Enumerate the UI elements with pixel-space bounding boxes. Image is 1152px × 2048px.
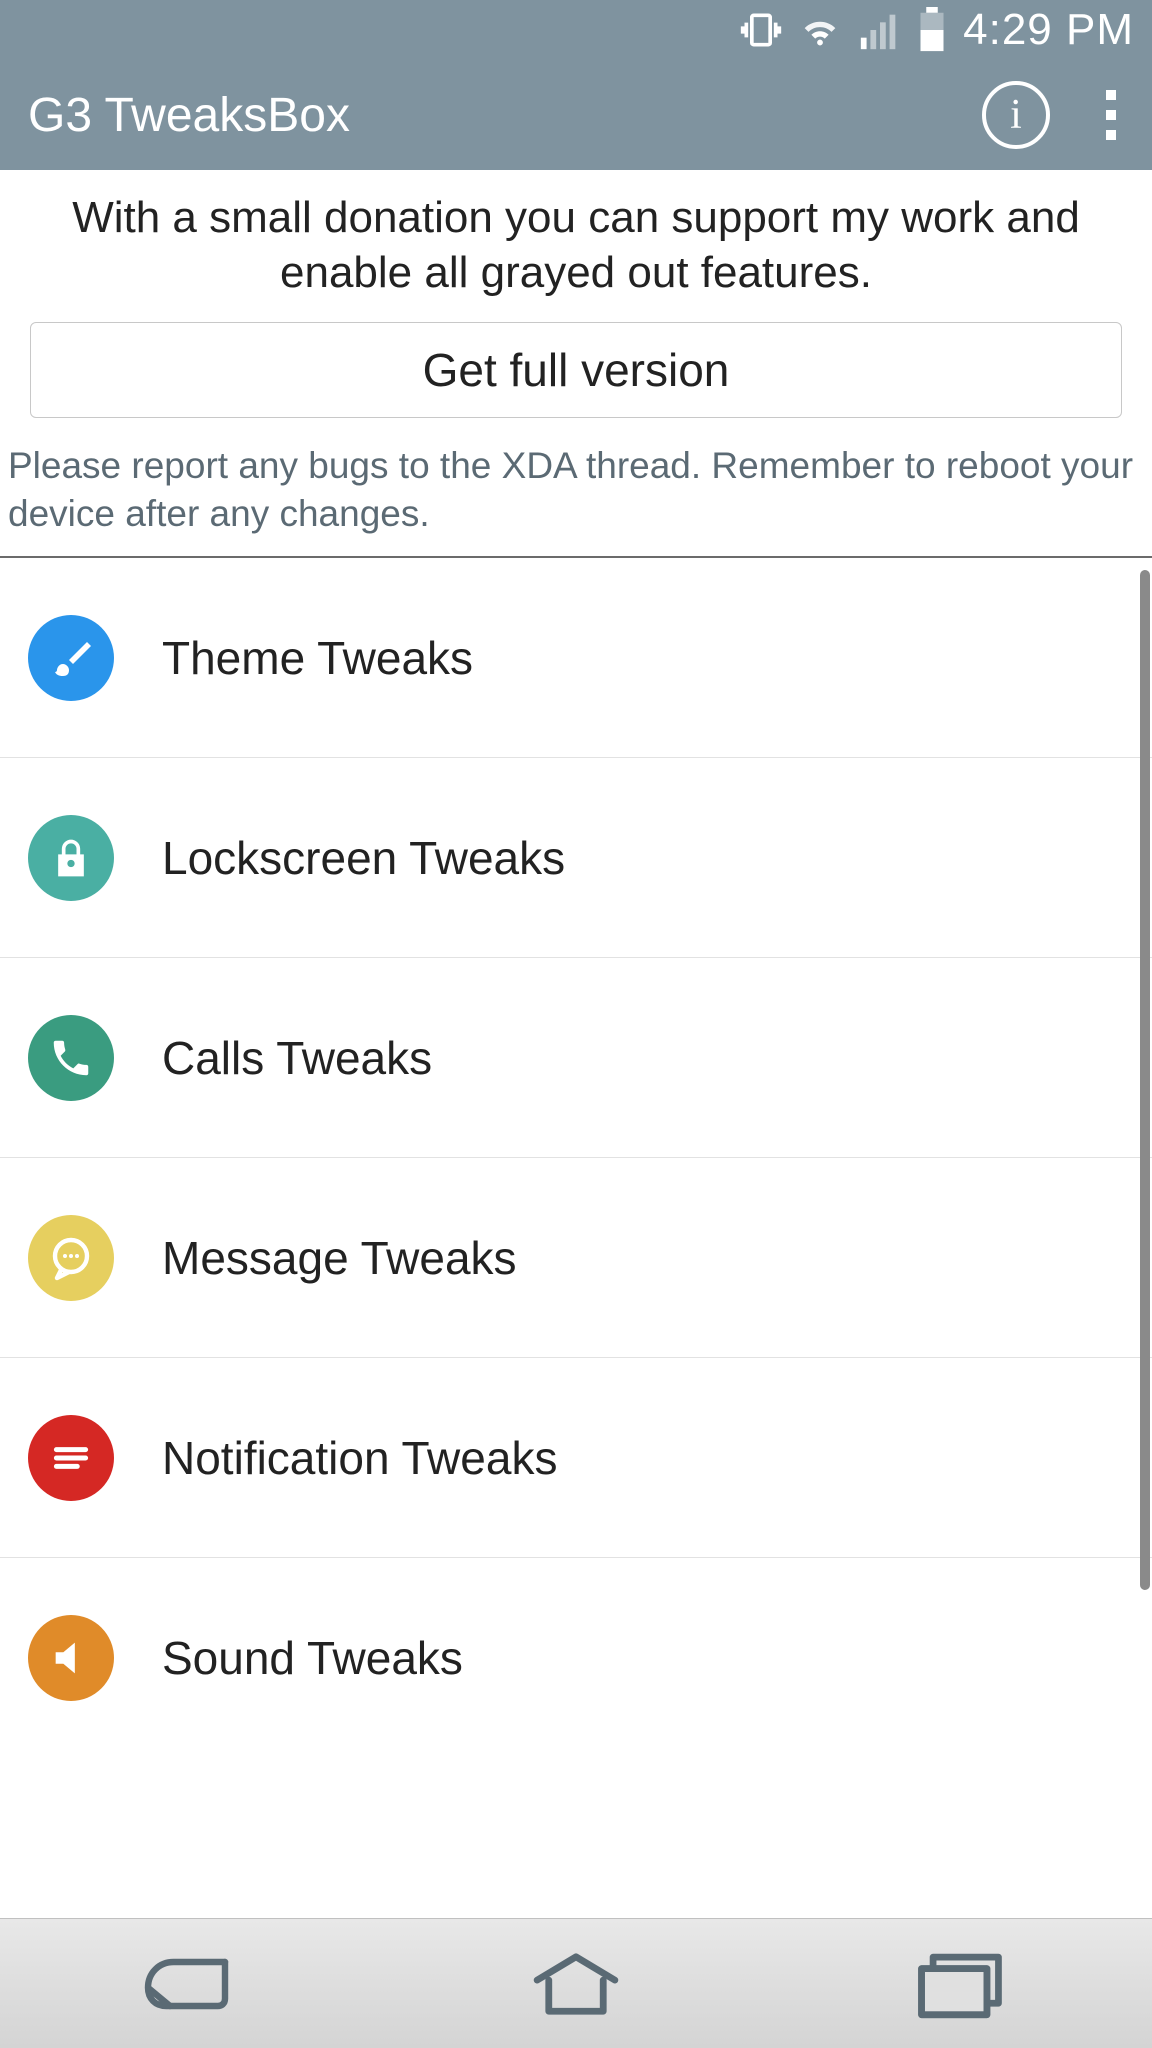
lock-icon: [28, 815, 114, 901]
report-text: Please report any bugs to the XDA thread…: [0, 434, 1152, 558]
speaker-icon: [28, 1615, 114, 1701]
donation-text: With a small donation you can support my…: [24, 190, 1128, 300]
list-item-message[interactable]: Message Tweaks: [0, 1158, 1152, 1358]
status-time: 4:29 PM: [963, 5, 1134, 55]
list-item-notification[interactable]: Notification Tweaks: [0, 1358, 1152, 1558]
chat-icon: [28, 1215, 114, 1301]
app-bar: G3 TweaksBox i: [0, 60, 1152, 170]
vibrate-icon: [739, 8, 783, 52]
list-item-theme[interactable]: Theme Tweaks: [0, 558, 1152, 758]
battery-icon: [917, 7, 947, 53]
item-label: Calls Tweaks: [162, 1031, 432, 1085]
home-button[interactable]: [476, 1919, 676, 2048]
recent-apps-button[interactable]: [860, 1919, 1060, 2048]
get-full-version-button[interactable]: Get full version: [30, 322, 1122, 418]
item-label: Theme Tweaks: [162, 631, 473, 685]
item-label: Lockscreen Tweaks: [162, 831, 565, 885]
back-button[interactable]: [92, 1919, 292, 2048]
item-label: Message Tweaks: [162, 1231, 517, 1285]
item-label: Notification Tweaks: [162, 1431, 557, 1485]
list-item-lockscreen[interactable]: Lockscreen Tweaks: [0, 758, 1152, 958]
navigation-bar: [0, 1918, 1152, 2048]
notification-icon: [28, 1415, 114, 1501]
list-item-sound[interactable]: Sound Tweaks: [0, 1558, 1152, 1758]
list-item-calls[interactable]: Calls Tweaks: [0, 958, 1152, 1158]
info-icon[interactable]: i: [982, 81, 1050, 149]
item-label: Sound Tweaks: [162, 1631, 463, 1685]
scrollbar[interactable]: [1140, 570, 1150, 1590]
app-title: G3 TweaksBox: [28, 88, 982, 143]
status-bar: 4:29 PM: [0, 0, 1152, 60]
brush-icon: [28, 615, 114, 701]
signal-icon: [857, 7, 903, 53]
status-icons-group: [739, 7, 947, 53]
wifi-icon: [797, 7, 843, 53]
tweaks-list: Theme Tweaks Lockscreen Tweaks Calls Twe…: [0, 558, 1152, 1918]
overflow-menu-icon[interactable]: [1098, 86, 1124, 144]
phone-icon: [28, 1015, 114, 1101]
donation-section: With a small donation you can support my…: [0, 170, 1152, 434]
